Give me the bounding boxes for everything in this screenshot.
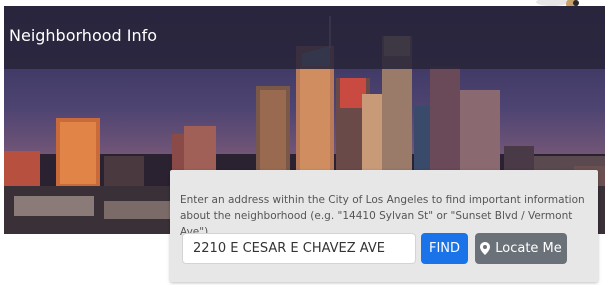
page-title: Neighborhood Info <box>9 26 158 45</box>
locate-me-button[interactable]: Locate Me <box>475 233 567 264</box>
map-pin-icon <box>480 242 491 255</box>
find-button[interactable]: FIND <box>421 233 468 264</box>
search-panel: Enter an address within the City of Los … <box>170 170 598 282</box>
page: Neighborhood Info Enter an address withi… <box>0 0 605 285</box>
address-input[interactable] <box>182 233 416 264</box>
locate-me-label: Locate Me <box>495 241 562 256</box>
